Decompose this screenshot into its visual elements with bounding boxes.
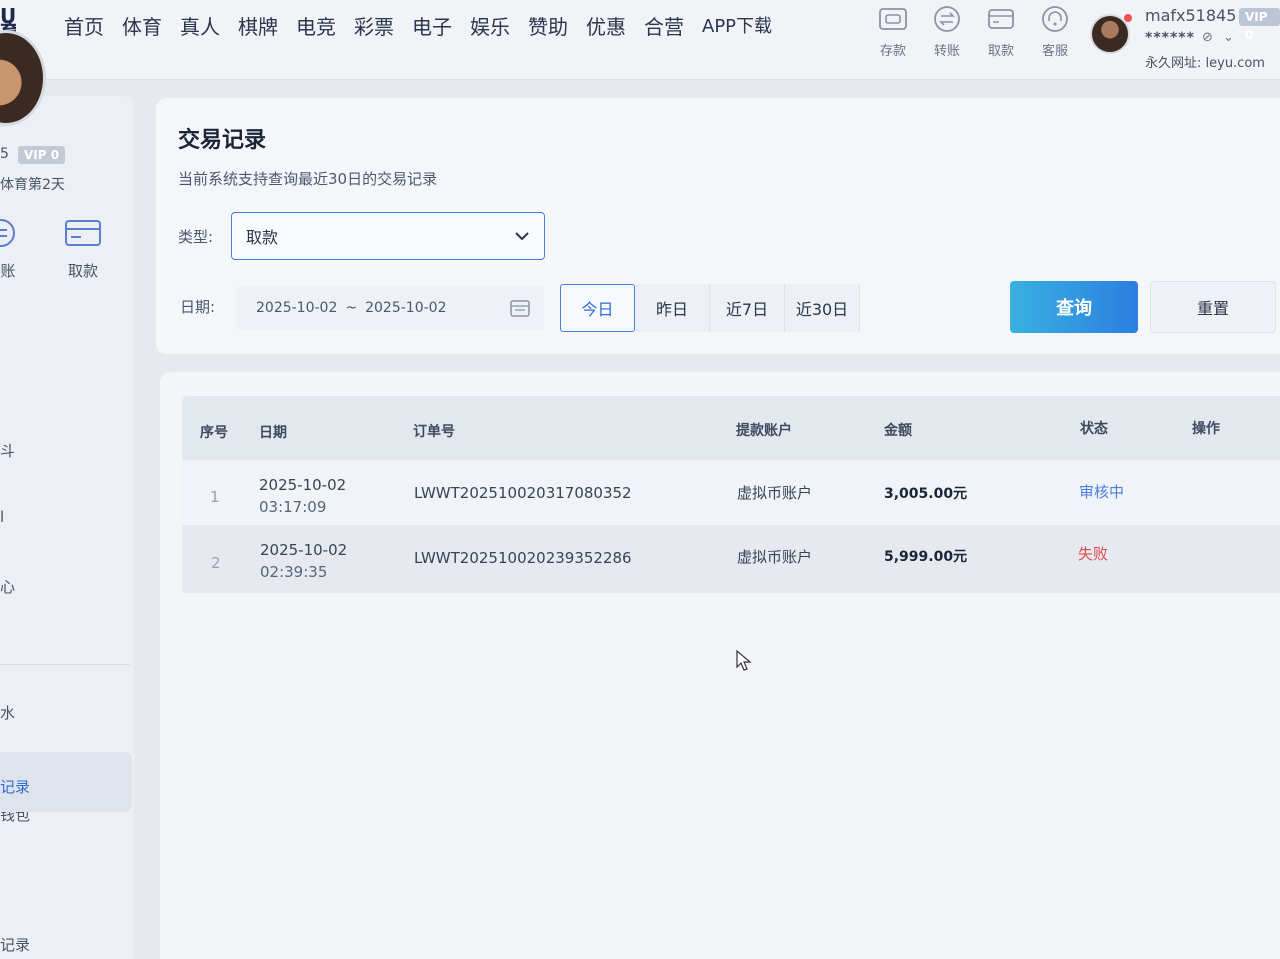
nav-item-chess[interactable]: 棋牌: [238, 14, 278, 40]
sidebar-username-fragment: 5: [0, 146, 9, 162]
column-header-index: 序号: [200, 425, 228, 441]
sidebar-transfer-label: 账: [0, 262, 16, 280]
row-amount: 3,005.00元: [884, 486, 968, 502]
range-yesterday-button[interactable]: 昨日: [635, 284, 710, 332]
username: mafx51845: [1145, 6, 1237, 25]
sidebar-menu-item[interactable]: 心: [0, 576, 15, 597]
chevron-down-icon[interactable]: ⌄: [1223, 30, 1234, 45]
column-header-amount: 金额: [884, 423, 912, 439]
row-order-number: LWWT202510020239352286: [414, 549, 632, 567]
quick-withdraw-label: 取款: [987, 44, 1014, 59]
type-select[interactable]: 取款: [231, 212, 545, 260]
calendar-icon[interactable]: [510, 299, 530, 317]
type-label: 类型:: [178, 228, 214, 246]
quick-range-group: 今日 昨日 近7日 近30日: [560, 284, 860, 332]
date-separator: ~: [345, 300, 358, 316]
sidebar-transfer-button[interactable]: 账: [0, 218, 20, 281]
support-icon: [1042, 6, 1068, 32]
row-account: 虚拟币账户: [737, 548, 813, 566]
vip-badge: VIP 0: [1239, 8, 1280, 42]
quick-withdraw-button[interactable]: 取款: [974, 4, 1028, 59]
page-title: 交易记录: [178, 128, 267, 153]
withdraw-icon: [988, 9, 1014, 29]
column-header-date: 日期: [259, 425, 287, 441]
card-icon: [65, 220, 101, 246]
balance-mask: ******: [1145, 30, 1195, 46]
quick-actions: 存款 转账 取款 客服: [866, 4, 1082, 59]
date-start: 2025-10-02: [256, 300, 338, 316]
nav-item-sports[interactable]: 体育: [122, 14, 162, 40]
quick-support-label: 客服: [1041, 44, 1068, 59]
nav-item-sponsor[interactable]: 赞助: [528, 14, 568, 40]
nav-item-affiliate[interactable]: 合营: [644, 14, 684, 40]
range-7days-button[interactable]: 近7日: [710, 284, 785, 332]
deposit-icon: [879, 8, 907, 30]
page-subtitle: 当前系统支持查询最近30日的交易记录: [178, 170, 438, 188]
row-amount: 5,999.00元: [884, 549, 968, 565]
nav-item-promotions[interactable]: 优惠: [586, 14, 626, 40]
range-30days-button[interactable]: 近30日: [785, 284, 860, 332]
sidebar-menu-item[interactable]: 斗: [0, 440, 15, 461]
row-index: 2: [211, 554, 221, 572]
notification-dot: [1124, 14, 1132, 22]
sidebar-member-days: 体育第2天: [0, 177, 65, 193]
sidebar-menu-item[interactable]: 水: [0, 702, 15, 723]
main-nav: 首页 体育 真人 棋牌 电竞 彩票 电子 娱乐 赞助 优惠 合营 APP下载: [64, 14, 790, 40]
quick-support-button[interactable]: 客服: [1028, 4, 1082, 59]
date-end: 2025-10-02: [365, 300, 447, 316]
reset-button[interactable]: 重置: [1150, 281, 1276, 333]
type-select-value: 取款: [246, 228, 279, 247]
mouse-cursor-icon: [736, 650, 752, 671]
column-header-order: 订单号: [413, 424, 455, 440]
row-index: 1: [210, 488, 220, 506]
sidebar-withdraw-label: 取款: [67, 262, 98, 280]
sidebar-item-transaction-records[interactable]: 记录: [0, 776, 30, 797]
nav-item-live[interactable]: 真人: [180, 14, 220, 40]
column-header-action: 操作: [1192, 421, 1220, 437]
row-order-number: LWWT202510020317080352: [414, 484, 632, 502]
top-navigation-bar: [0, 0, 1280, 80]
chevron-down-icon: [515, 232, 529, 241]
column-header-status: 状态: [1080, 421, 1108, 437]
visibility-toggle[interactable]: ⊘ ⌄: [1202, 30, 1234, 45]
quick-transfer-button[interactable]: 转账: [920, 4, 974, 59]
range-today-button[interactable]: 今日: [560, 284, 635, 332]
row-account: 虚拟币账户: [737, 484, 813, 502]
quick-deposit-label: 存款: [879, 44, 906, 59]
date-range-picker[interactable]: 2025-10-02 ~ 2025-10-02: [236, 286, 544, 330]
transfer-icon: [0, 219, 15, 247]
row-status: 失败: [1078, 545, 1109, 563]
sidebar-vip-badge: VIP 0: [18, 146, 66, 164]
quick-deposit-button[interactable]: 存款: [866, 4, 920, 59]
transfer-icon: [934, 6, 960, 32]
sidebar-withdraw-button[interactable]: 取款: [64, 218, 102, 281]
column-header-account: 提款账户: [736, 423, 792, 439]
row-time: 03:17:09: [259, 498, 327, 516]
eye-off-icon[interactable]: ⊘: [1202, 30, 1213, 45]
table-header: [182, 396, 1280, 460]
nav-item-esports[interactable]: 电竞: [296, 14, 336, 40]
sidebar-menu-item[interactable]: l: [0, 508, 4, 526]
row-time: 02:39:35: [260, 563, 328, 581]
date-label: 日期:: [180, 298, 216, 316]
nav-item-slots[interactable]: 电子: [412, 14, 452, 40]
query-button[interactable]: 查询: [1010, 281, 1138, 333]
sidebar-menu-item-records[interactable]: 记录: [0, 934, 30, 955]
row-status: 审核中: [1079, 483, 1125, 501]
sidebar-divider: [0, 664, 130, 665]
nav-item-entertainment[interactable]: 娱乐: [470, 14, 510, 40]
quick-transfer-label: 转账: [933, 44, 960, 59]
nav-item-app-download[interactable]: APP下载: [702, 14, 772, 40]
nav-item-home[interactable]: 首页: [64, 14, 104, 40]
nav-item-lottery[interactable]: 彩票: [354, 14, 394, 40]
permanent-url: 永久网址: leyu.com: [1145, 56, 1265, 71]
